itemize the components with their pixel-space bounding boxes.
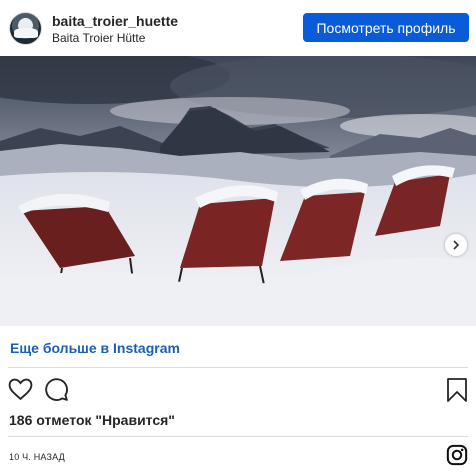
heart-icon xyxy=(8,378,33,401)
instagram-logo-icon[interactable] xyxy=(446,444,468,466)
like-button[interactable] xyxy=(8,377,33,407)
comment-button[interactable] xyxy=(44,377,69,407)
post-header: baita_troier_huette Baita Troier Hütte П… xyxy=(0,0,476,56)
bookmark-icon xyxy=(447,378,467,402)
post-photo[interactable] xyxy=(0,56,476,326)
chevron-right-icon xyxy=(453,240,460,250)
next-image-button[interactable] xyxy=(445,234,467,256)
save-button[interactable] xyxy=(446,377,468,408)
location[interactable]: Baita Troier Hütte xyxy=(52,31,145,45)
comment-icon xyxy=(45,378,68,401)
instagram-glyph xyxy=(446,444,468,466)
more-on-instagram-link[interactable]: Еще больше в Instagram xyxy=(10,340,180,356)
divider xyxy=(8,367,468,368)
post-time[interactable]: 10 Ч. НАЗАД xyxy=(9,452,65,462)
avatar[interactable] xyxy=(9,12,42,45)
username[interactable]: baita_troier_huette xyxy=(52,13,178,29)
likes-count[interactable]: 186 отметок "Нравится" xyxy=(9,412,175,428)
divider xyxy=(8,436,468,437)
snowy-chairs-photo xyxy=(0,56,476,326)
instagram-embed-card: baita_troier_huette Baita Troier Hütte П… xyxy=(0,0,476,472)
view-profile-button[interactable]: Посмотреть профиль xyxy=(303,13,469,42)
